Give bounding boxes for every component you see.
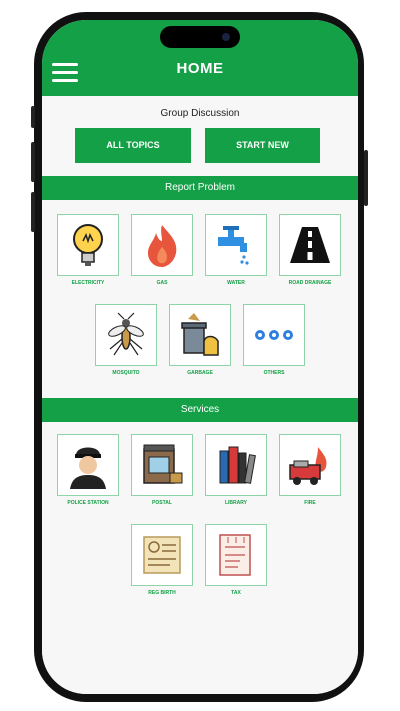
- all-topics-button[interactable]: ALL TOPICS: [75, 128, 191, 163]
- tile-label: MOSQUITO: [112, 370, 140, 376]
- tile-label: ELECTRICITY: [71, 280, 105, 286]
- birth-certificate-icon: [143, 536, 181, 574]
- police-officer-icon: [70, 447, 106, 489]
- report-problem-header: Report Problem: [42, 176, 358, 200]
- flame-icon: [148, 225, 177, 267]
- road-icon: [290, 227, 330, 263]
- police-station-tile[interactable]: [57, 434, 119, 496]
- tile-label: POSTAL: [152, 500, 172, 506]
- garbage-icon: [181, 313, 219, 356]
- garbage-tile[interactable]: [169, 304, 231, 366]
- water-tap-icon: [218, 226, 249, 265]
- light-bulb-icon: [73, 224, 103, 266]
- tile-label: GARBAGE: [187, 370, 213, 376]
- notch: [160, 26, 240, 48]
- tile-label: OTHERS: [263, 370, 285, 376]
- fire-tile[interactable]: [279, 434, 341, 496]
- post-office-icon: [143, 444, 183, 484]
- others-tile[interactable]: [243, 304, 305, 366]
- tile-label: POLICE STATION: [67, 500, 109, 506]
- tile-label: LIBRARY: [224, 500, 248, 506]
- volume-down-button: [31, 192, 35, 232]
- tile-label: TAX: [231, 590, 241, 596]
- tile-label: FIRE: [304, 500, 316, 506]
- tile-label: WATER: [227, 280, 245, 286]
- road-drainage-tile[interactable]: [279, 214, 341, 276]
- tile-label: ROAD DRAINAGE: [288, 280, 332, 286]
- reg-birth-tile[interactable]: [131, 524, 193, 586]
- mosquito-tile[interactable]: [95, 304, 157, 366]
- app-screen: HOME Group Discussion ALL TOPICS START N…: [42, 20, 358, 694]
- tax-document-icon: [219, 534, 251, 576]
- postal-tile[interactable]: [131, 434, 193, 496]
- side-button: [31, 106, 35, 128]
- mosquito-icon: [108, 312, 144, 356]
- library-tile[interactable]: [205, 434, 267, 496]
- tile-label: REG BIRTH: [148, 590, 176, 596]
- electricity-tile[interactable]: [57, 214, 119, 276]
- group-discussion-label: Group Discussion: [160, 108, 240, 119]
- start-new-button[interactable]: START NEW: [205, 128, 320, 163]
- power-button: [364, 150, 368, 206]
- camera: [222, 33, 230, 41]
- tile-label: GAS: [156, 280, 168, 286]
- services-header: Services: [42, 398, 358, 422]
- volume-up-button: [31, 142, 35, 182]
- books-icon: [219, 446, 256, 484]
- page-title: HOME: [176, 60, 224, 77]
- fire-truck-icon: [289, 447, 327, 485]
- home-content: Group Discussion ALL TOPICS START NEW Re…: [42, 96, 358, 694]
- gas-tile[interactable]: [131, 214, 193, 276]
- more-dots-icon: [255, 330, 293, 340]
- tax-tile[interactable]: [205, 524, 267, 586]
- water-tile[interactable]: [205, 214, 267, 276]
